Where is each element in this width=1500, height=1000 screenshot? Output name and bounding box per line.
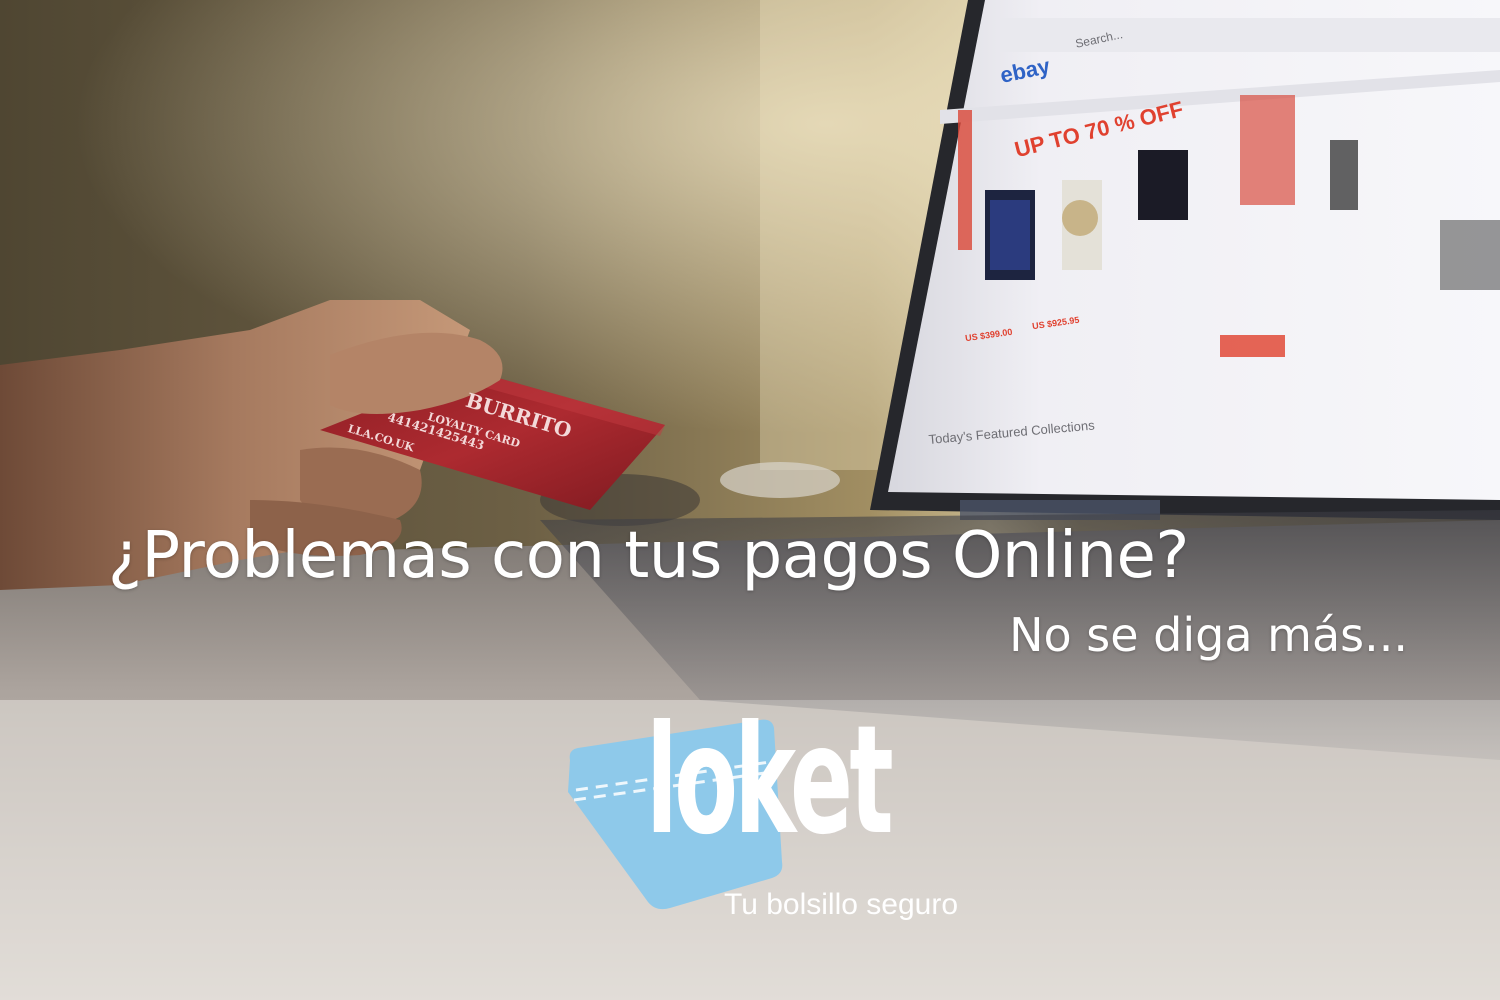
ad-scene: BURRITO LOYALTY CARD 441421425443 LLA.CO… — [0, 0, 1500, 1000]
logo-wordmark: loket — [646, 694, 894, 868]
logo-tagline: Tu bolsillo seguro — [724, 888, 959, 921]
headline: ¿Problemas con tus pagos Online? — [108, 519, 1189, 593]
loket-logo: loket Tu bolsillo seguro — [560, 706, 1020, 942]
subheadline: No se diga más... — [1009, 608, 1408, 662]
